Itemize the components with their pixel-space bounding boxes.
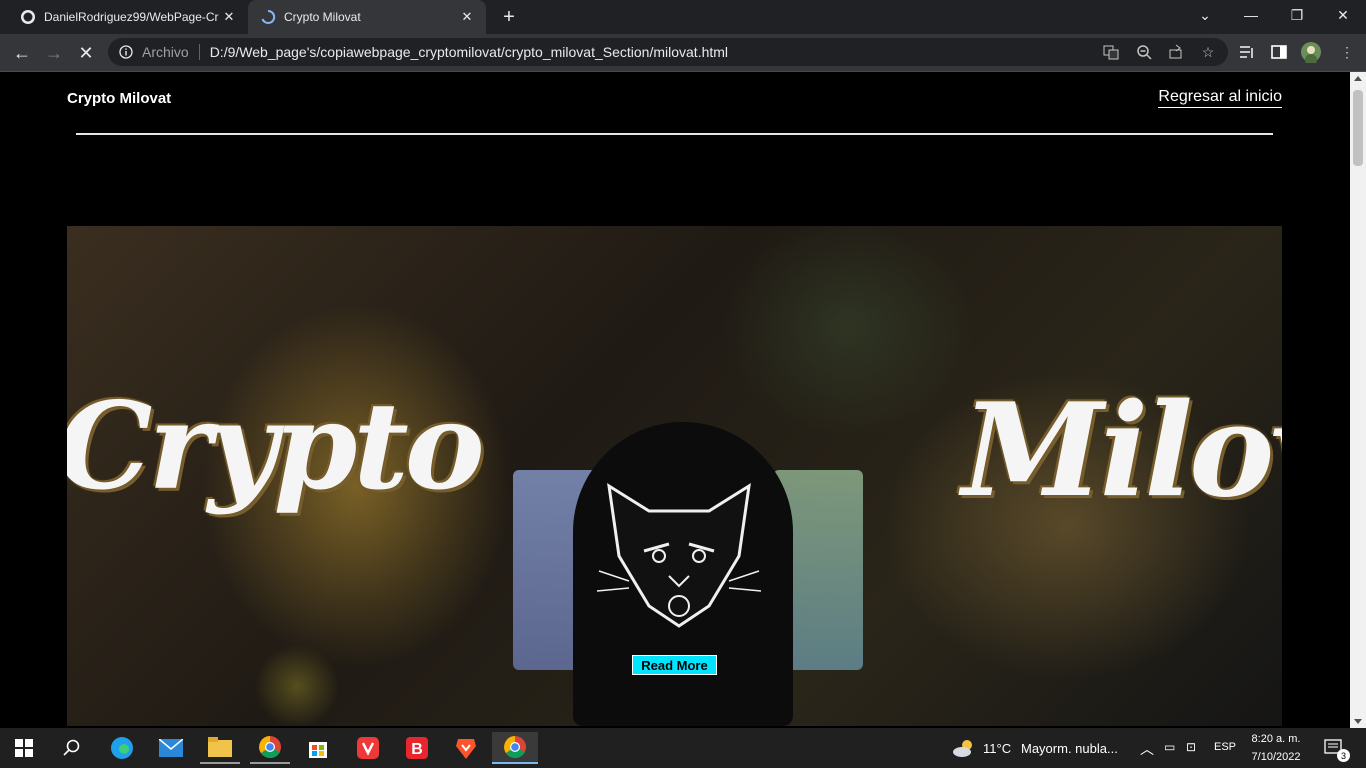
- panther-logo-icon: [596, 483, 762, 628]
- close-icon[interactable]: ✕: [220, 8, 238, 26]
- share-icon[interactable]: [1164, 41, 1188, 63]
- tab-strip: DanielRodriguez99/WebPage-Cr ✕ Crypto Mi…: [0, 0, 1366, 34]
- url-text[interactable]: D:/9/Web_page's/copiawebpage_cryptomilov…: [210, 44, 728, 60]
- scroll-down-arrow-icon[interactable]: [1354, 719, 1362, 724]
- edge-icon[interactable]: [102, 732, 142, 764]
- system-clock[interactable]: 8:20 a. m. 7/10/2022: [1246, 730, 1306, 766]
- translate-icon[interactable]: [1099, 41, 1123, 63]
- new-tab-button[interactable]: +: [497, 6, 521, 28]
- hero-banner: Crypto Milov Read More: [67, 226, 1282, 726]
- brave-lion-icon[interactable]: [446, 732, 486, 764]
- profile-avatar-icon[interactable]: [1299, 41, 1323, 63]
- meet-now-icon[interactable]: ▭: [1164, 740, 1175, 754]
- tab-title: DanielRodriguez99/WebPage-Cr: [44, 10, 219, 24]
- back-arrow-icon[interactable]: ←: [8, 39, 36, 67]
- page-scrollbar[interactable]: [1350, 72, 1366, 728]
- github-icon: [20, 9, 36, 25]
- tab-github[interactable]: DanielRodriguez99/WebPage-Cr ✕: [8, 0, 248, 34]
- search-icon[interactable]: [52, 732, 92, 764]
- file-explorer-icon[interactable]: [200, 732, 240, 764]
- address-bar[interactable]: Archivo D:/9/Web_page's/copiawebpage_cry…: [108, 38, 1228, 66]
- vivaldi-icon[interactable]: [348, 732, 388, 764]
- notification-count-badge: 3: [1337, 749, 1350, 762]
- brave-b-icon[interactable]: B: [397, 732, 437, 764]
- clock-time: 8:20 a. m.: [1251, 733, 1301, 745]
- language-indicator[interactable]: ESP: [1214, 741, 1236, 753]
- restore-button[interactable]: ❐: [1274, 0, 1320, 30]
- site-brand[interactable]: Crypto Milovat: [67, 90, 171, 107]
- loading-spinner-icon: [260, 9, 276, 25]
- browser-toolbar: ← → ✕ Archivo D:/9/Web_page's/copiawebpa…: [0, 34, 1366, 72]
- script-title-right: Milov: [962, 376, 1282, 526]
- side-panel-icon[interactable]: [1267, 41, 1291, 63]
- weather-temp[interactable]: 11°C: [983, 741, 1011, 756]
- bookmark-star-icon[interactable]: ☆: [1196, 41, 1220, 63]
- notifications-icon[interactable]: 3: [1316, 732, 1352, 764]
- zoom-out-icon[interactable]: [1132, 41, 1156, 63]
- minimize-button[interactable]: —: [1228, 0, 1274, 30]
- mail-icon[interactable]: [151, 732, 191, 764]
- tab-crypto-milovat[interactable]: Crypto Milovat ✕: [248, 0, 486, 34]
- stop-loading-icon[interactable]: ✕: [72, 39, 100, 67]
- chrome-active-icon[interactable]: [492, 732, 538, 764]
- back-home-link[interactable]: Regresar al inicio: [1158, 88, 1282, 108]
- tab-search-chevron-icon[interactable]: ⌄: [1182, 0, 1228, 30]
- weather-desc[interactable]: Mayorm. nubla...: [1021, 741, 1118, 756]
- scheme-label: Archivo: [142, 44, 189, 60]
- script-title-left: Crypto: [67, 376, 485, 517]
- read-more-button[interactable]: Read More: [632, 655, 717, 675]
- divider: [198, 44, 200, 60]
- windows-taskbar: B 11°C Mayorm. nubla... ︿ ▭ ⊡ ESP 8:20 a…: [0, 728, 1366, 768]
- forward-arrow-icon[interactable]: →: [40, 39, 68, 67]
- info-icon[interactable]: [118, 44, 134, 60]
- chrome-icon[interactable]: [250, 732, 290, 764]
- microsoft-store-icon[interactable]: [298, 732, 338, 764]
- web-page: Crypto Milovat Regresar al inicio Crypto…: [0, 72, 1350, 728]
- close-icon[interactable]: ✕: [458, 8, 476, 26]
- network-icon[interactable]: ⊡: [1186, 740, 1196, 754]
- chevron-up-icon[interactable]: ︿: [1140, 739, 1154, 759]
- svg-text:B: B: [411, 741, 423, 758]
- windows-start-icon[interactable]: [4, 732, 44, 764]
- clock-date: 7/10/2022: [1251, 751, 1301, 763]
- tab-title: Crypto Milovat: [284, 10, 361, 24]
- scroll-thumb[interactable]: [1353, 90, 1363, 166]
- more-menu-icon[interactable]: ⋮: [1335, 41, 1359, 63]
- media-controls-icon[interactable]: [1235, 41, 1259, 63]
- weather-cloud-icon[interactable]: [950, 732, 978, 764]
- header-divider: [76, 133, 1273, 135]
- scroll-up-arrow-icon[interactable]: [1354, 76, 1362, 81]
- close-window-button[interactable]: ✕: [1320, 0, 1366, 30]
